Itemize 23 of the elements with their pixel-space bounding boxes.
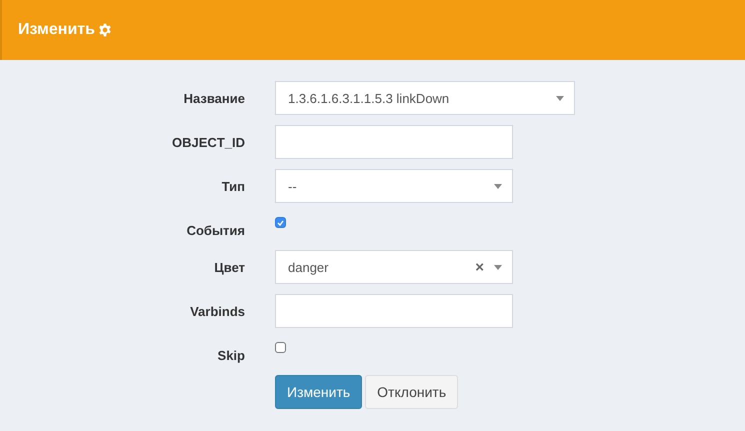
cancel-button[interactable]: Отклонить — [365, 375, 458, 409]
page-title: Изменить — [18, 21, 95, 39]
caret-icon — [494, 264, 502, 270]
input-field[interactable] — [275, 125, 513, 159]
select-field[interactable]: -- — [275, 169, 513, 203]
save-button[interactable]: Изменить — [275, 375, 362, 409]
clear-icon[interactable]: × — [475, 258, 484, 276]
checkmark-icon — [277, 220, 284, 226]
field-label: Название — [184, 90, 245, 106]
field-label: Тип — [222, 178, 245, 194]
input-field[interactable] — [275, 294, 513, 328]
checkbox[interactable] — [275, 217, 286, 228]
settings-icon — [98, 23, 112, 37]
field-label: Varbinds — [190, 304, 245, 318]
select-field[interactable]: danger × — [275, 250, 513, 284]
checkbox[interactable] — [275, 342, 286, 353]
field-label: Skip — [218, 347, 245, 363]
field-label: OBJECT_ID — [172, 134, 245, 150]
field-label: Цвет — [214, 260, 245, 274]
field-label: События — [186, 222, 245, 238]
caret-icon — [556, 96, 564, 100]
select-field[interactable]: 1.3.6.1.6.3.1.1.5.3 linkDown — [275, 81, 575, 115]
caret-icon — [494, 184, 502, 188]
